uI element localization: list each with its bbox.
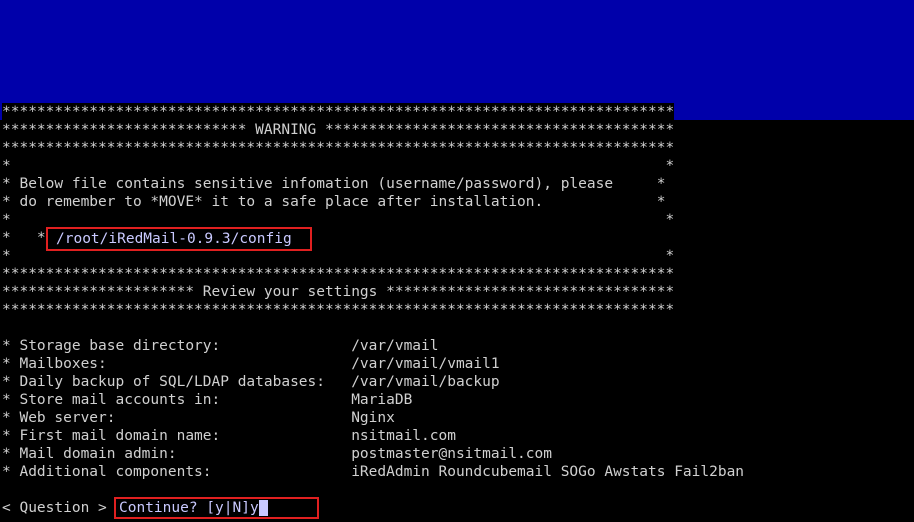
setting-additional-components: * Additional components: iRedAdmin Round… bbox=[2, 463, 745, 481]
config-path: /root/iRedMail-0.9.3/config bbox=[56, 230, 292, 248]
question-label: < Question > bbox=[2, 499, 116, 517]
setting-mailboxes: * Mailboxes: /var/vmail/vmail1 bbox=[2, 355, 500, 373]
question-input[interactable]: Continue? [y|N]y bbox=[119, 499, 268, 517]
path-line-bullet: * * bbox=[2, 229, 46, 247]
separator-line: ****************************************… bbox=[2, 265, 675, 283]
question-prompt: Continue? [y|N] bbox=[119, 500, 250, 516]
setting-daily-backup: * Daily backup of SQL/LDAP databases: /v… bbox=[2, 373, 500, 391]
text-cursor bbox=[258, 500, 268, 516]
question-answer: y bbox=[249, 500, 259, 516]
terminal-backdrop bbox=[0, 0, 914, 120]
setting-domain-admin: * Mail domain admin: postmaster@nsitmail… bbox=[2, 445, 552, 463]
separator-line: ****************************************… bbox=[2, 301, 675, 319]
setting-mail-accounts-store: * Store mail accounts in: MariaDB bbox=[2, 391, 413, 409]
review-header: ********************** Review your setti… bbox=[2, 283, 675, 301]
warning-text-line: * Below file contains sensitive infomati… bbox=[2, 175, 666, 193]
setting-web-server: * Web server: Nginx bbox=[2, 409, 395, 427]
separator-line: ****************************************… bbox=[2, 139, 675, 157]
box-blank-line: * * bbox=[2, 157, 675, 175]
warning-text-line: * do remember to *MOVE* it to a safe pla… bbox=[2, 193, 666, 211]
setting-mail-domain: * First mail domain name: nsitmail.com bbox=[2, 427, 456, 445]
setting-storage-base: * Storage base directory: /var/vmail bbox=[2, 337, 439, 355]
warning-header: **************************** WARNING ***… bbox=[2, 121, 675, 139]
separator-line: ****************************************… bbox=[2, 103, 675, 121]
